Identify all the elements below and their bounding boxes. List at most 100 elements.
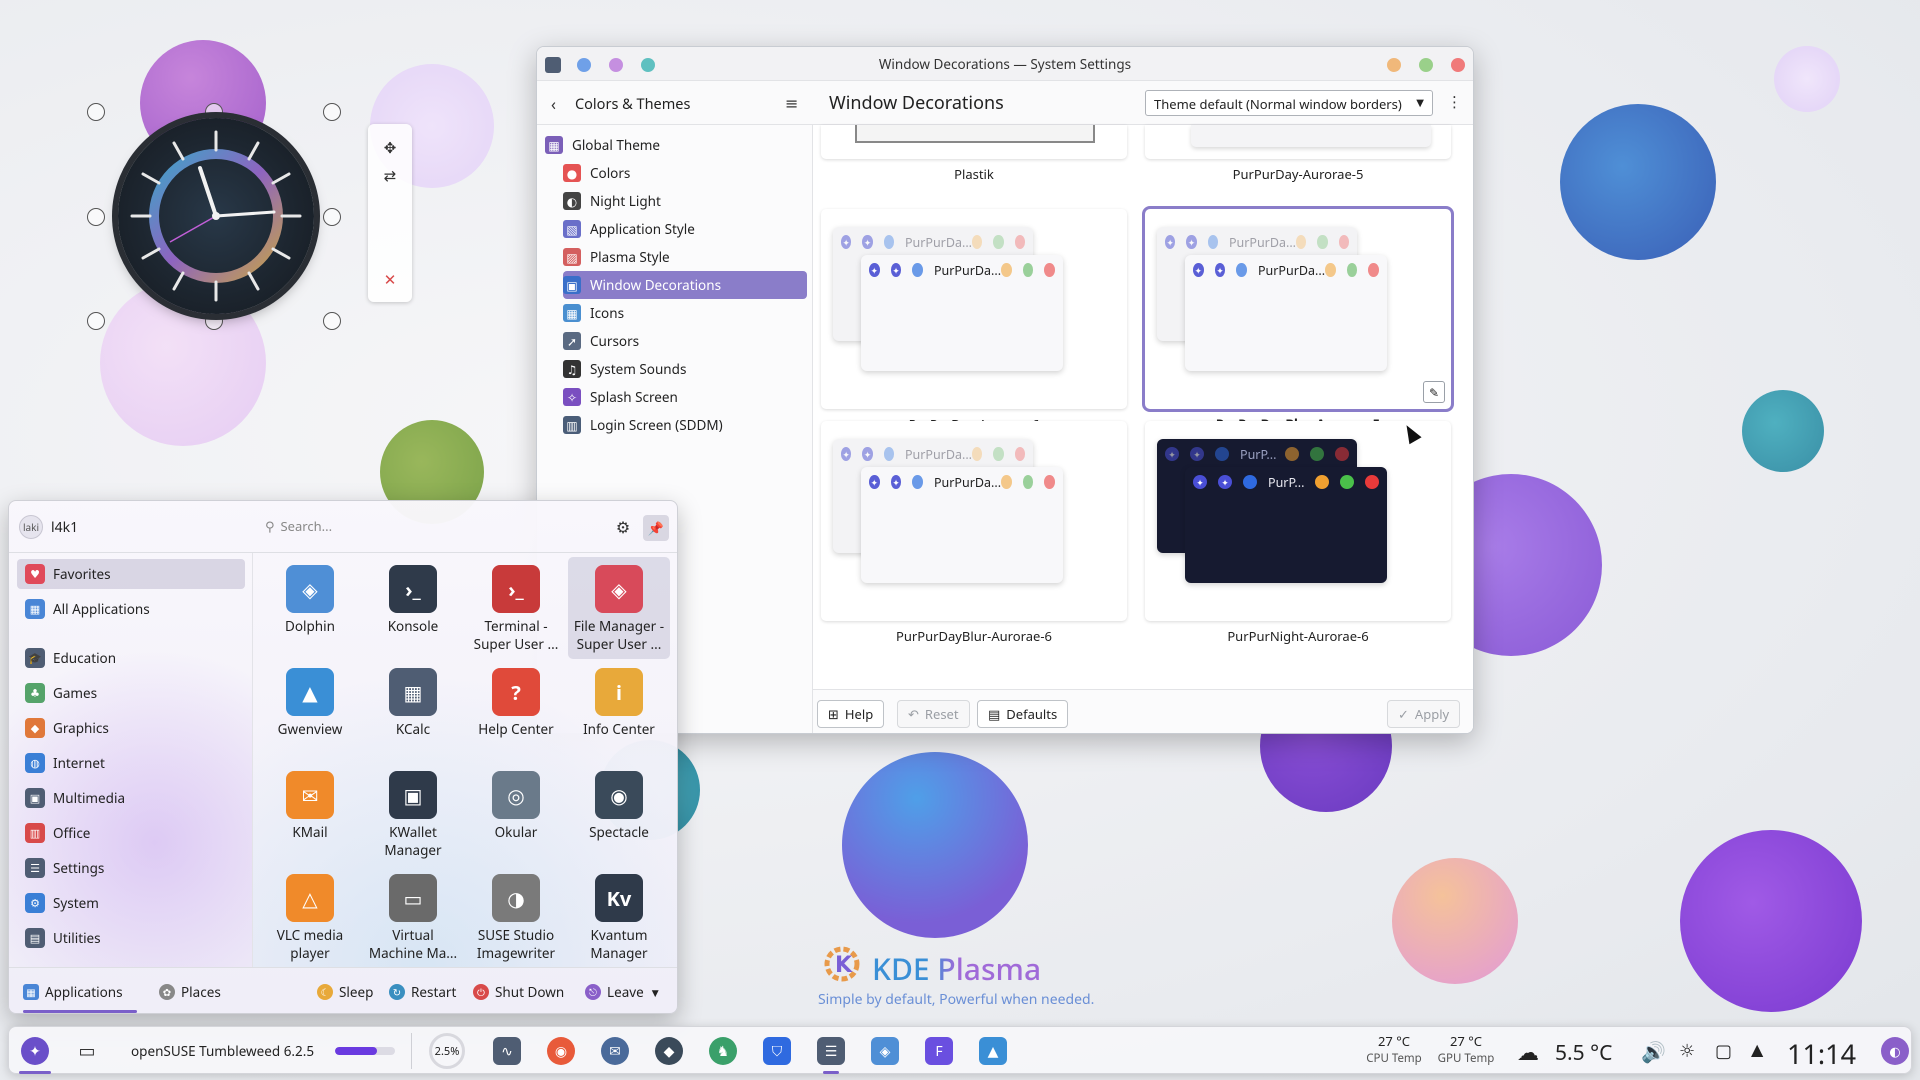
decoration-card[interactable]: ✦ ✦ PurPurDa... ✦ ✦ PurPurDa... xyxy=(821,421,1127,621)
gear-icon[interactable]: ⚙ xyxy=(611,515,635,539)
system-monitor-icon[interactable]: ∿ xyxy=(493,1037,521,1065)
discover-icon[interactable]: ⛉ xyxy=(763,1037,791,1065)
edit-decoration-icon[interactable]: ✎ xyxy=(1423,381,1445,403)
app-tile[interactable]: i Info Center xyxy=(568,660,670,762)
resize-handle[interactable] xyxy=(205,312,223,330)
app-tile[interactable]: ›_ Terminal - Super User ... xyxy=(465,557,567,659)
category-item[interactable]: ◍ Internet xyxy=(17,748,245,778)
sidebar-item[interactable]: ✧ Splash Screen xyxy=(563,383,807,411)
sleep-button[interactable]: ☾ Sleep xyxy=(317,982,373,1002)
app-tile[interactable]: ▲ Gwenview xyxy=(259,660,361,762)
category-item[interactable]: ▥ Office xyxy=(17,818,245,848)
category-item[interactable]: ☰ Settings xyxy=(17,853,245,883)
app-tile[interactable]: ? Help Center xyxy=(465,660,567,762)
back-chevron-icon[interactable]: ‹ xyxy=(551,93,556,115)
network-tool-icon[interactable]: ◆ xyxy=(655,1037,683,1065)
app-tile[interactable]: ◉ Spectacle xyxy=(568,763,670,865)
digital-clock[interactable]: 11:14 xyxy=(1787,1035,1856,1072)
firefox-icon[interactable]: ◉ xyxy=(547,1037,575,1065)
app-tile[interactable]: ◑ SUSE Studio Imagewriter xyxy=(465,866,567,968)
decoration-card[interactable]: ✦ ✦ PurP... ✦ ✦ PurP... xyxy=(1145,421,1451,621)
app-tile[interactable]: Kv Kvantum Manager xyxy=(568,866,670,968)
restart-button[interactable]: ↻ Restart xyxy=(389,982,456,1002)
system-settings-task-icon[interactable]: ☰ xyxy=(817,1037,845,1065)
category-item[interactable]: ♥ Favorites xyxy=(17,559,245,589)
app-tile[interactable]: ▦ KCalc xyxy=(362,660,464,762)
decoration-card-partial[interactable] xyxy=(1145,125,1451,159)
resize-handle[interactable] xyxy=(87,312,105,330)
resize-handle[interactable] xyxy=(323,312,341,330)
app-tile[interactable]: ◎ Okular xyxy=(465,763,567,865)
brightness-icon[interactable]: ☼ xyxy=(1679,1039,1695,1063)
app-tile[interactable]: ▣ KWallet Manager xyxy=(362,763,464,865)
sidebar-item[interactable]: ▦ Icons xyxy=(563,299,807,327)
window-border-size-select[interactable]: Theme default (Normal window borders) ▼ xyxy=(1145,90,1433,116)
resize-handle[interactable] xyxy=(87,208,105,226)
sidebar-item[interactable]: ➚ Cursors xyxy=(563,327,807,355)
gwenview-task-icon[interactable]: ▲ xyxy=(979,1037,1007,1065)
resize-handle[interactable] xyxy=(323,103,341,121)
category-item[interactable]: ▣ Multimedia xyxy=(17,783,245,813)
launcher-icon[interactable]: ✦ xyxy=(21,1037,49,1065)
avatar[interactable]: laki xyxy=(19,515,43,539)
pin-icon[interactable]: 📌 xyxy=(643,515,669,541)
weather-temp[interactable]: 5.5 °C xyxy=(1555,1039,1612,1067)
decoration-card-partial[interactable] xyxy=(821,125,1127,159)
app-tile[interactable]: △ VLC media player xyxy=(259,866,361,968)
app-tile[interactable]: ✉ KMail xyxy=(259,763,361,865)
peek-desktop-icon[interactable]: ◐ xyxy=(1881,1037,1909,1065)
back-nav-label[interactable]: Colors & Themes xyxy=(575,94,690,114)
sidebar-item[interactable]: ▦ Global Theme xyxy=(545,131,807,159)
decoration-card[interactable]: ✦ ✦ PurPurDa... ✦ ✦ PurPurDa... xyxy=(821,209,1127,409)
weather-cloud-icon[interactable]: ☁ xyxy=(1517,1037,1539,1067)
maximize-button[interactable] xyxy=(1419,58,1433,72)
apply-button[interactable]: ✓ Apply xyxy=(1387,700,1461,728)
sidebar-item[interactable]: ▣ Window Decorations xyxy=(563,271,807,299)
category-item[interactable]: ♣ Games xyxy=(17,678,245,708)
reset-button[interactable]: ↶ Reset xyxy=(897,700,970,728)
window-titlebar[interactable]: Window Decorations — System Settings xyxy=(537,47,1473,81)
kvantum-task-icon[interactable]: F xyxy=(925,1037,953,1065)
display-config-icon[interactable]: ▢ xyxy=(1715,1039,1732,1063)
leave-button[interactable]: ⎋ Leave ▼ xyxy=(585,982,659,1002)
hamburger-menu-icon[interactable]: ≡ xyxy=(785,92,798,114)
category-item[interactable]: ◆ Graphics xyxy=(17,713,245,743)
more-options-icon[interactable]: ⋮ xyxy=(1447,92,1462,112)
analog-clock-widget[interactable] xyxy=(87,103,341,330)
category-item[interactable]: ▤ Utilities xyxy=(17,923,245,953)
sidebar-item[interactable]: ▨ Plasma Style xyxy=(563,243,807,271)
move-handle-icon[interactable]: ✥ xyxy=(378,136,402,160)
overview-icon[interactable]: ▭ xyxy=(73,1037,101,1065)
sidebar-item[interactable]: ▧ Application Style xyxy=(563,215,807,243)
resize-handle[interactable] xyxy=(323,208,341,226)
dolphin-task-icon[interactable]: ◈ xyxy=(871,1037,899,1065)
app-tile[interactable]: ◈ File Manager - Super User ... xyxy=(568,557,670,659)
remove-widget-icon[interactable]: ✕ xyxy=(378,268,402,292)
app-tile[interactable]: ›_ Konsole xyxy=(362,557,464,659)
close-button[interactable] xyxy=(1451,58,1465,72)
configure-icon[interactable]: ⇄ xyxy=(378,164,402,188)
decoration-card[interactable]: ✦ ✦ PurPurDa... ✦ ✦ PurPurDa... ✎ xyxy=(1145,209,1451,409)
category-item[interactable]: 🎓 Education xyxy=(17,643,245,673)
app-tile[interactable]: ▭ Virtual Machine Ma... xyxy=(362,866,464,968)
app-tile[interactable]: ◈ Dolphin xyxy=(259,557,361,659)
package-manager-icon[interactable]: ♞ xyxy=(709,1037,737,1065)
volume-icon[interactable]: 🔊 xyxy=(1641,1038,1666,1065)
sidebar-item[interactable]: ♫ System Sounds xyxy=(563,355,807,383)
tab-applications[interactable]: ▦ Applications xyxy=(23,982,123,1002)
sidebar-item[interactable]: ▥ Login Screen (SDDM) xyxy=(563,411,807,439)
search-input[interactable]: ⚲ Search... xyxy=(265,517,605,539)
resize-handle[interactable] xyxy=(87,103,105,121)
shutdown-button[interactable]: ⏻ Shut Down xyxy=(473,982,564,1002)
chevron-up-icon[interactable]: ▲ xyxy=(1751,1038,1763,1060)
sidebar-item[interactable]: ● Colors xyxy=(563,159,807,187)
tab-places[interactable]: ✿ Places xyxy=(159,982,221,1002)
defaults-button[interactable]: ▤ Defaults xyxy=(977,700,1069,728)
thunderbird-icon[interactable]: ✉ xyxy=(601,1037,629,1065)
category-item[interactable]: ▦ All Applications xyxy=(17,594,245,624)
help-button[interactable]: ⊞ Help xyxy=(817,700,885,728)
minimize-button[interactable] xyxy=(1387,58,1401,72)
cpu-load-gauge[interactable]: 2.5% xyxy=(429,1033,465,1069)
category-item[interactable]: ⚙ System xyxy=(17,888,245,918)
sidebar-item[interactable]: ◐ Night Light xyxy=(563,187,807,215)
